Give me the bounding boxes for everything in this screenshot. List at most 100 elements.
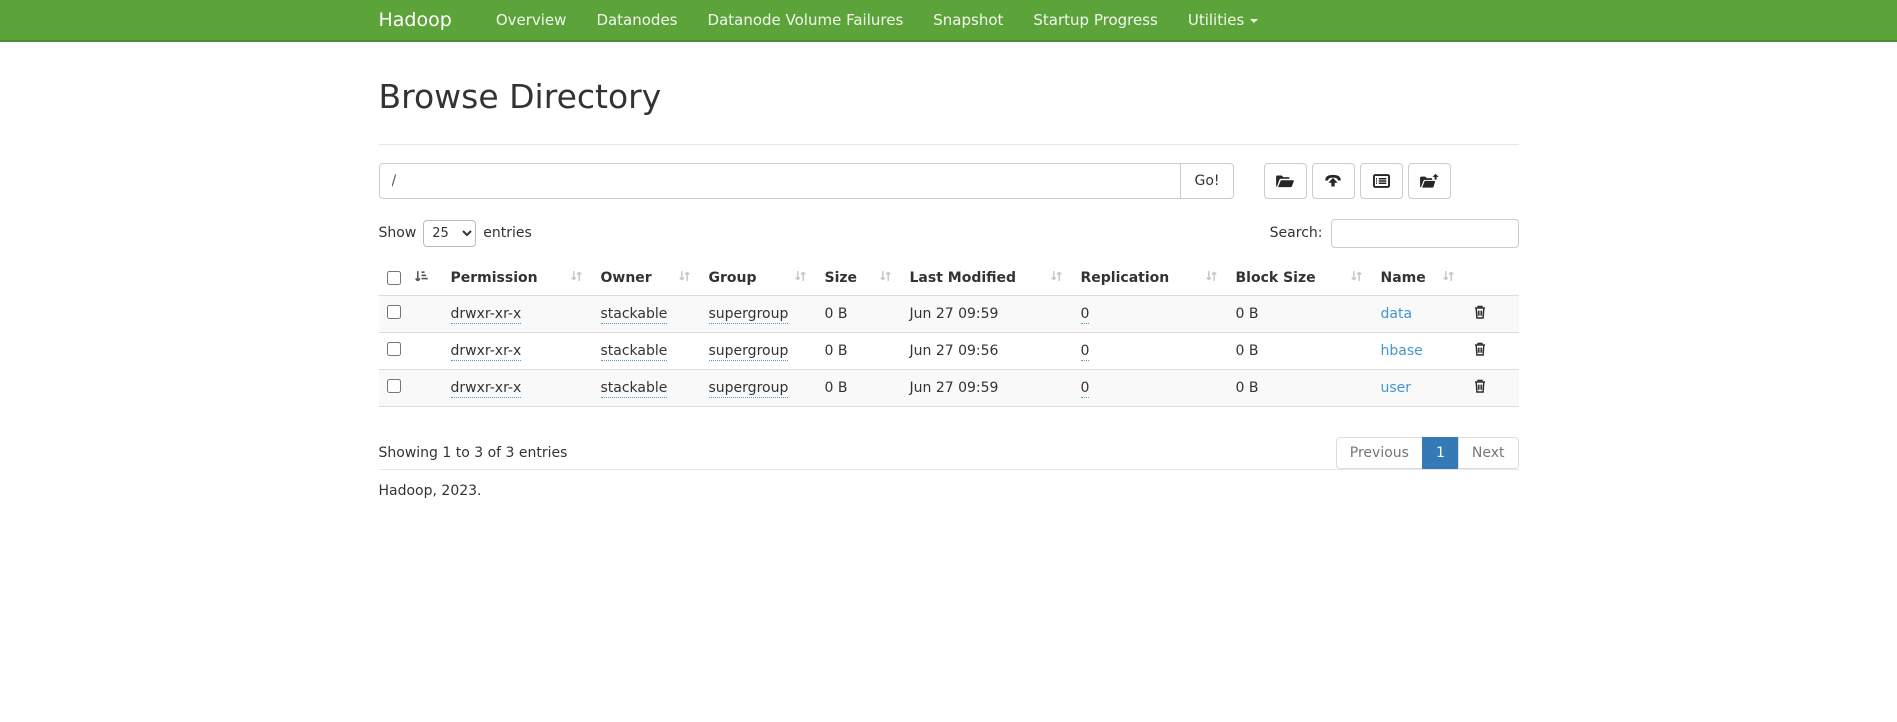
sort-both-icon (1205, 270, 1218, 287)
length-control: Show 25 entries (379, 220, 532, 247)
size-cell: 0 B (825, 380, 848, 396)
directory-actions (1264, 163, 1451, 199)
column-label: Last Modified (910, 270, 1017, 286)
column-header-group[interactable]: Group (701, 262, 817, 296)
entries-info: Showing 1 to 3 of 3 entries (379, 445, 568, 461)
table-row: drwxr-xr-x stackable supergroup 0 B Jun … (379, 332, 1519, 369)
replication-cell[interactable]: 0 (1081, 380, 1090, 398)
brand-hadoop[interactable]: Hadoop (379, 0, 467, 40)
entries-label: entries (483, 225, 532, 241)
last-modified-cell: Jun 27 09:59 (910, 306, 999, 322)
show-label: Show (379, 225, 417, 241)
search-control: Search: (1270, 219, 1519, 248)
folder-open-icon (1275, 173, 1295, 189)
permission-cell[interactable]: drwxr-xr-x (451, 306, 522, 324)
upload-icon (1323, 173, 1343, 189)
go-button[interactable]: Go! (1180, 163, 1233, 199)
block-size-cell: 0 B (1236, 306, 1259, 322)
column-header-block-size[interactable]: Block Size (1228, 262, 1373, 296)
size-cell: 0 B (825, 306, 848, 322)
trash-icon (1473, 304, 1487, 320)
upload-files-button[interactable] (1312, 163, 1355, 199)
trash-icon (1473, 341, 1487, 357)
nav-item-utilities-dropdown[interactable]: Utilities (1173, 0, 1273, 40)
table-row: drwxr-xr-x stackable supergroup 0 B Jun … (379, 369, 1519, 406)
select-all-header[interactable] (379, 262, 443, 296)
pagination-next[interactable]: Next (1458, 437, 1519, 469)
delete-button[interactable] (1473, 304, 1487, 320)
sort-asc-icon (414, 270, 428, 287)
delete-button[interactable] (1473, 378, 1487, 394)
page-title: Browse Directory (379, 78, 1519, 116)
sort-both-icon (570, 270, 583, 287)
table-controls: Show 25 entries Search: (379, 219, 1519, 248)
top-navbar: Hadoop Overview Datanodes Datanode Volum… (0, 0, 1897, 42)
pagination: Previous 1 Next (1336, 437, 1519, 469)
permission-cell[interactable]: drwxr-xr-x (451, 343, 522, 361)
search-label: Search: (1270, 225, 1323, 241)
select-all-checkbox[interactable] (387, 271, 401, 285)
delete-button[interactable] (1473, 341, 1487, 357)
sort-both-icon (678, 270, 691, 287)
group-cell[interactable]: supergroup (709, 380, 789, 398)
footer-divider (379, 469, 1519, 470)
group-cell[interactable]: supergroup (709, 306, 789, 324)
list-icon (1372, 173, 1391, 189)
search-input[interactable] (1331, 219, 1519, 248)
table-header-row: Permission Owner G (379, 262, 1519, 296)
column-label: Replication (1081, 270, 1170, 286)
create-directory-button[interactable] (1264, 163, 1307, 199)
column-header-actions (1465, 262, 1519, 296)
path-bar: Go! (379, 163, 1519, 199)
directory-path-input[interactable] (379, 163, 1182, 199)
column-label: Name (1381, 270, 1426, 286)
directory-table: Permission Owner G (379, 262, 1519, 407)
nav-item-datanodes[interactable]: Datanodes (581, 0, 692, 40)
row-checkbox[interactable] (387, 305, 401, 319)
trash-icon (1473, 378, 1487, 394)
column-header-replication[interactable]: Replication (1073, 262, 1228, 296)
nav-item-overview[interactable]: Overview (481, 0, 582, 40)
nav-item-datanode-volume-failures[interactable]: Datanode Volume Failures (693, 0, 919, 40)
caret-down-icon (1250, 19, 1258, 23)
sort-both-icon (879, 270, 892, 287)
group-cell[interactable]: supergroup (709, 343, 789, 361)
column-header-name[interactable]: Name (1373, 262, 1465, 296)
row-checkbox[interactable] (387, 342, 401, 356)
file-link[interactable]: hbase (1381, 343, 1423, 359)
table-row: drwxr-xr-x stackable supergroup 0 B Jun … (379, 295, 1519, 332)
entries-select[interactable]: 25 (423, 220, 476, 247)
column-header-owner[interactable]: Owner (593, 262, 701, 296)
sort-both-icon (1050, 270, 1063, 287)
pagination-page-1[interactable]: 1 (1422, 437, 1459, 469)
column-label: Owner (601, 270, 652, 286)
block-size-cell: 0 B (1236, 380, 1259, 396)
row-checkbox[interactable] (387, 379, 401, 393)
move-paste-button[interactable] (1408, 163, 1451, 199)
column-label: Block Size (1236, 270, 1316, 286)
column-label: Permission (451, 270, 538, 286)
folder-move-icon (1419, 173, 1440, 189)
column-label: Size (825, 270, 858, 286)
owner-cell[interactable]: stackable (601, 343, 668, 361)
list-button[interactable] (1360, 163, 1403, 199)
utilities-label: Utilities (1188, 11, 1244, 29)
last-modified-cell: Jun 27 09:56 (910, 343, 999, 359)
block-size-cell: 0 B (1236, 343, 1259, 359)
column-header-last-modified[interactable]: Last Modified (902, 262, 1073, 296)
file-link[interactable]: data (1381, 306, 1413, 322)
header-divider (379, 144, 1519, 145)
column-header-size[interactable]: Size (817, 262, 902, 296)
pagination-previous[interactable]: Previous (1336, 437, 1423, 469)
nav-item-snapshot[interactable]: Snapshot (918, 0, 1018, 40)
permission-cell[interactable]: drwxr-xr-x (451, 380, 522, 398)
replication-cell[interactable]: 0 (1081, 306, 1090, 324)
owner-cell[interactable]: stackable (601, 380, 668, 398)
owner-cell[interactable]: stackable (601, 306, 668, 324)
footer-text: Hadoop, 2023. (379, 483, 1519, 499)
column-label: Group (709, 270, 757, 286)
replication-cell[interactable]: 0 (1081, 343, 1090, 361)
column-header-permission[interactable]: Permission (443, 262, 593, 296)
nav-item-startup-progress[interactable]: Startup Progress (1018, 0, 1172, 40)
file-link[interactable]: user (1381, 380, 1412, 396)
